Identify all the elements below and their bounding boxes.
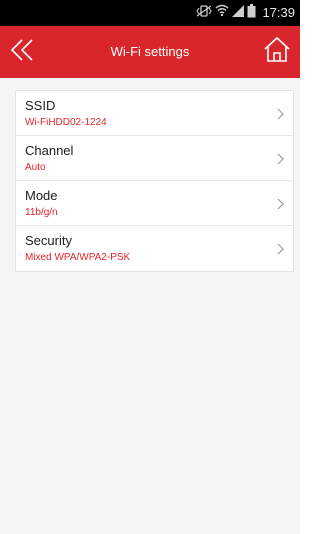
content-area: SSID Wi-FiHDD02-1224 Channel Auto Mode 1… bbox=[0, 78, 300, 534]
ssid-value: Wi-FiHDD02-1224 bbox=[25, 117, 107, 128]
settings-list: SSID Wi-FiHDD02-1224 Channel Auto Mode 1… bbox=[15, 90, 294, 272]
channel-row[interactable]: Channel Auto bbox=[16, 136, 293, 181]
mode-row[interactable]: Mode 11b/g/n bbox=[16, 181, 293, 226]
header: Wi-Fi settings bbox=[0, 26, 300, 78]
mode-value: 11b/g/n bbox=[25, 207, 58, 218]
ssid-label: SSID bbox=[25, 98, 56, 113]
status-time: 17:39 bbox=[262, 5, 295, 20]
home-icon bbox=[263, 36, 291, 69]
wifi-icon bbox=[215, 4, 229, 22]
mode-label: Mode bbox=[25, 188, 58, 203]
chevron-right-icon bbox=[277, 242, 285, 255]
screen: 17:39 Wi-Fi settings SSID Wi-FiHDD02-122… bbox=[0, 0, 300, 534]
security-label: Security bbox=[25, 233, 72, 248]
status-bar: 17:39 bbox=[0, 0, 300, 26]
home-button[interactable] bbox=[260, 35, 294, 69]
chevron-right-icon bbox=[277, 152, 285, 165]
chevron-right-icon bbox=[277, 197, 285, 210]
channel-label: Channel bbox=[25, 143, 74, 158]
signal-icon bbox=[232, 4, 244, 22]
page-title: Wi-Fi settings bbox=[110, 44, 190, 59]
chevron-right-icon bbox=[277, 107, 285, 120]
battery-icon bbox=[247, 3, 256, 23]
security-row[interactable]: Security Mixed WPA/WPA2-PSK bbox=[16, 226, 293, 271]
channel-value: Auto bbox=[25, 162, 46, 173]
ssid-row[interactable]: SSID Wi-FiHDD02-1224 bbox=[16, 91, 293, 136]
security-value: Mixed WPA/WPA2-PSK bbox=[25, 252, 131, 263]
mute-vibrate-icon bbox=[196, 4, 212, 22]
back-button[interactable] bbox=[6, 36, 40, 68]
status-icons bbox=[196, 3, 256, 23]
double-chevron-left-icon bbox=[9, 38, 37, 67]
